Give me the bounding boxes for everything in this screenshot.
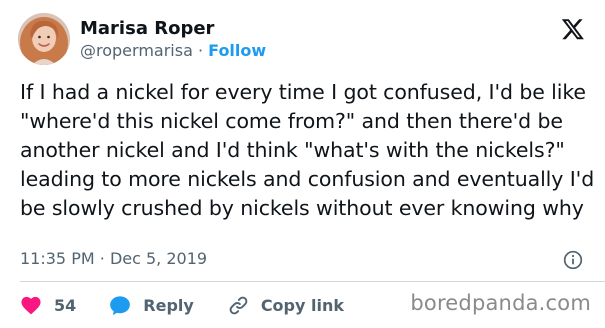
follow-button[interactable]: Follow [208,41,266,60]
author-name[interactable]: Marisa Roper [80,18,214,39]
avatar-image [18,13,70,65]
heart-icon [21,296,41,315]
copy-link-button[interactable]: Copy link [228,295,344,316]
x-logo-icon[interactable] [561,17,585,41]
info-icon[interactable] [563,250,583,270]
handle-separator: · [197,41,204,60]
avatar[interactable] [18,13,70,65]
speech-bubble-icon [110,295,131,315]
like-button[interactable]: 54 [20,295,76,315]
author-handle-row: @ropermarisa · Follow [80,41,266,60]
tweet-date: Dec 5, 2019 [109,249,208,268]
like-count: 54 [54,295,77,315]
link-icon [229,296,248,314]
action-bar: 54 Reply Copy link [20,292,344,318]
divider [20,281,605,282]
tweet-time: 11:35 PM [20,249,95,268]
tweet-timestamp[interactable]: 11:35 PM · Dec 5, 2019 [20,249,207,268]
tweet-card: Marisa Roper @ropermarisa · Follow If I … [0,0,605,328]
author-handle[interactable]: @ropermarisa [80,41,193,60]
copy-link-label: Copy link [260,295,344,315]
reply-label: Reply [143,295,194,315]
watermark: boredpanda.com [410,291,591,315]
reply-button[interactable]: Reply [109,295,194,316]
tweet-text: If I had a nickel for every time I got c… [20,80,595,220]
date-separator: · [99,249,105,268]
